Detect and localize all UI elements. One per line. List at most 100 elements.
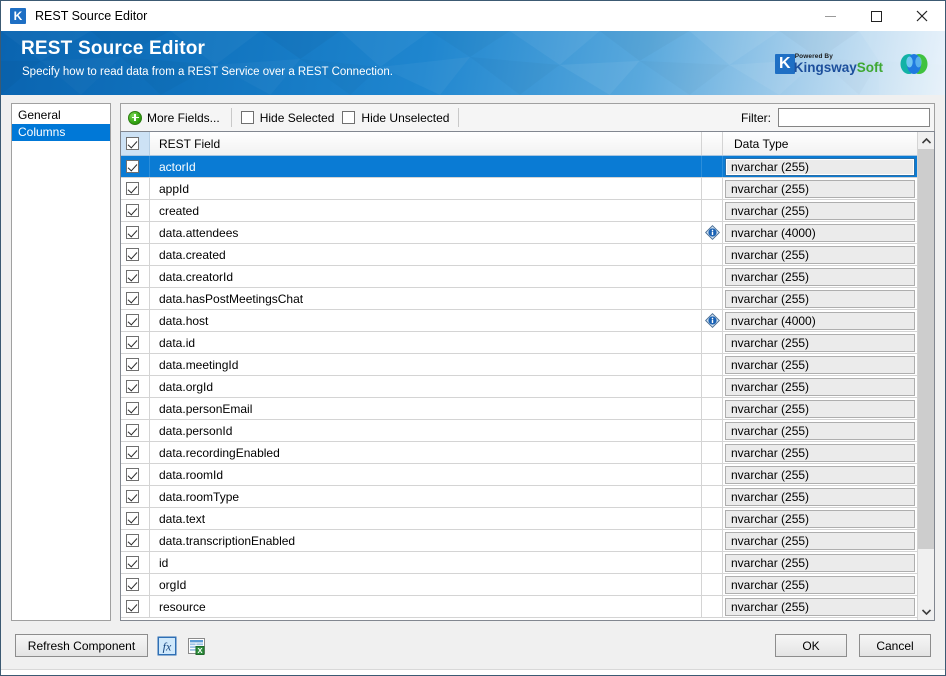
table-row[interactable]: resource nvarchar (255) — [121, 596, 917, 618]
data-type-value[interactable]: nvarchar (255) — [725, 421, 915, 440]
rest-field-cell[interactable]: data.creatorId — [150, 266, 701, 287]
data-type-value[interactable]: nvarchar (255) — [725, 465, 915, 484]
close-button[interactable] — [899, 1, 945, 31]
row-info-cell[interactable] — [701, 222, 723, 243]
table-row[interactable]: data.meetingId nvarchar (255) — [121, 354, 917, 376]
data-type-value[interactable]: nvarchar (255) — [725, 509, 915, 528]
maximize-button[interactable] — [853, 1, 899, 31]
row-checkbox[interactable] — [121, 552, 150, 573]
data-type-value[interactable]: nvarchar (4000) — [725, 311, 915, 330]
table-row[interactable]: data.created nvarchar (255) — [121, 244, 917, 266]
expression-editor-button[interactable]: fx — [156, 635, 178, 657]
data-type-cell[interactable]: nvarchar (255) — [723, 464, 917, 485]
cancel-button[interactable]: Cancel — [859, 634, 931, 657]
data-type-value[interactable]: nvarchar (255) — [725, 553, 915, 572]
data-type-cell[interactable]: nvarchar (255) — [723, 332, 917, 353]
data-type-value[interactable]: nvarchar (4000) — [725, 223, 915, 242]
data-type-value[interactable]: nvarchar (255) — [725, 333, 915, 352]
table-row[interactable]: orgId nvarchar (255) — [121, 574, 917, 596]
row-checkbox[interactable] — [121, 574, 150, 595]
table-row[interactable]: data.personEmail nvarchar (255) — [121, 398, 917, 420]
ok-button[interactable]: OK — [775, 634, 847, 657]
filter-input[interactable] — [778, 108, 930, 127]
rest-field-cell[interactable]: data.text — [150, 508, 701, 529]
rest-field-cell[interactable]: data.host — [150, 310, 701, 331]
rest-field-cell[interactable]: actorId — [150, 156, 701, 177]
row-checkbox[interactable] — [121, 266, 150, 287]
data-type-cell[interactable]: nvarchar (255) — [723, 244, 917, 265]
select-all-cell[interactable] — [121, 132, 150, 155]
scroll-up-button[interactable] — [918, 132, 934, 149]
rest-field-cell[interactable]: data.id — [150, 332, 701, 353]
table-row[interactable]: data.host nvarchar (4000) — [121, 310, 917, 332]
rest-field-cell[interactable]: data.personId — [150, 420, 701, 441]
table-row[interactable]: data.orgId nvarchar (255) — [121, 376, 917, 398]
sidebar-item-general[interactable]: General — [12, 107, 110, 124]
scroll-down-button[interactable] — [918, 603, 934, 620]
rest-field-cell[interactable]: appId — [150, 178, 701, 199]
rest-field-cell[interactable]: orgId — [150, 574, 701, 595]
rest-field-cell[interactable]: data.meetingId — [150, 354, 701, 375]
grid-vertical-scrollbar[interactable] — [917, 132, 934, 620]
row-checkbox[interactable] — [121, 376, 150, 397]
data-type-cell[interactable]: nvarchar (255) — [723, 530, 917, 551]
data-type-cell[interactable]: nvarchar (4000) — [723, 222, 917, 243]
data-type-cell[interactable]: nvarchar (255) — [723, 596, 917, 617]
export-to-excel-button[interactable]: X — [186, 635, 208, 657]
row-info-cell[interactable] — [701, 310, 723, 331]
data-type-cell[interactable]: nvarchar (255) — [723, 508, 917, 529]
data-type-value[interactable]: nvarchar (255) — [725, 399, 915, 418]
row-checkbox[interactable] — [121, 596, 150, 617]
scrollbar-track[interactable] — [918, 149, 934, 603]
row-checkbox[interactable] — [121, 398, 150, 419]
data-type-value[interactable]: nvarchar (255) — [725, 267, 915, 286]
data-type-cell[interactable]: nvarchar (255) — [723, 398, 917, 419]
hide-selected-checkbox[interactable]: Hide Selected — [237, 107, 339, 129]
rest-field-cell[interactable]: data.hasPostMeetingsChat — [150, 288, 701, 309]
row-checkbox[interactable] — [121, 200, 150, 221]
data-type-cell[interactable]: nvarchar (255) — [723, 420, 917, 441]
refresh-component-button[interactable]: Refresh Component — [15, 634, 148, 657]
table-row[interactable]: data.hasPostMeetingsChat nvarchar (255) — [121, 288, 917, 310]
rest-field-cell[interactable]: resource — [150, 596, 701, 617]
table-row[interactable]: created nvarchar (255) — [121, 200, 917, 222]
sidebar-item-columns[interactable]: Columns — [12, 124, 110, 141]
data-type-cell[interactable]: nvarchar (255) — [723, 552, 917, 573]
row-checkbox[interactable] — [121, 222, 150, 243]
table-row[interactable]: data.creatorId nvarchar (255) — [121, 266, 917, 288]
data-type-cell[interactable]: nvarchar (255) — [723, 288, 917, 309]
data-type-cell[interactable]: nvarchar (255) — [723, 354, 917, 375]
rest-field-cell[interactable]: data.roomType — [150, 486, 701, 507]
table-row[interactable]: data.text nvarchar (255) — [121, 508, 917, 530]
data-type-cell[interactable]: nvarchar (255) — [723, 442, 917, 463]
scrollbar-thumb[interactable] — [918, 149, 934, 549]
hide-unselected-checkbox[interactable]: Hide Unselected — [338, 107, 453, 129]
table-row[interactable]: appId nvarchar (255) — [121, 178, 917, 200]
rest-field-cell[interactable]: created — [150, 200, 701, 221]
data-type-cell[interactable]: nvarchar (255) — [723, 376, 917, 397]
row-checkbox[interactable] — [121, 178, 150, 199]
row-checkbox[interactable] — [121, 244, 150, 265]
table-row[interactable]: data.personId nvarchar (255) — [121, 420, 917, 442]
data-type-value[interactable]: nvarchar (255) — [725, 575, 915, 594]
data-type-value[interactable]: nvarchar (255) — [725, 355, 915, 374]
rest-field-cell[interactable]: data.recordingEnabled — [150, 442, 701, 463]
more-fields-button[interactable]: More Fields... — [125, 107, 226, 129]
rest-field-cell[interactable]: id — [150, 552, 701, 573]
data-type-value[interactable]: nvarchar (255) — [725, 245, 915, 264]
data-type-value[interactable]: nvarchar (255) — [725, 289, 915, 308]
data-type-value[interactable]: nvarchar (255) — [725, 377, 915, 396]
rest-field-cell[interactable]: data.orgId — [150, 376, 701, 397]
table-row[interactable]: data.recordingEnabled nvarchar (255) — [121, 442, 917, 464]
table-row[interactable]: data.roomType nvarchar (255) — [121, 486, 917, 508]
table-row[interactable]: actorId nvarchar (255) — [121, 156, 917, 178]
row-checkbox[interactable] — [121, 332, 150, 353]
rest-field-cell[interactable]: data.created — [150, 244, 701, 265]
row-checkbox[interactable] — [121, 464, 150, 485]
data-type-value[interactable]: nvarchar (255) — [725, 597, 915, 616]
data-type-value[interactable]: nvarchar (255) — [725, 487, 915, 506]
data-type-cell[interactable]: nvarchar (255) — [723, 574, 917, 595]
data-type-value[interactable]: nvarchar (255) — [725, 179, 915, 198]
table-row[interactable]: id nvarchar (255) — [121, 552, 917, 574]
row-checkbox[interactable] — [121, 310, 150, 331]
